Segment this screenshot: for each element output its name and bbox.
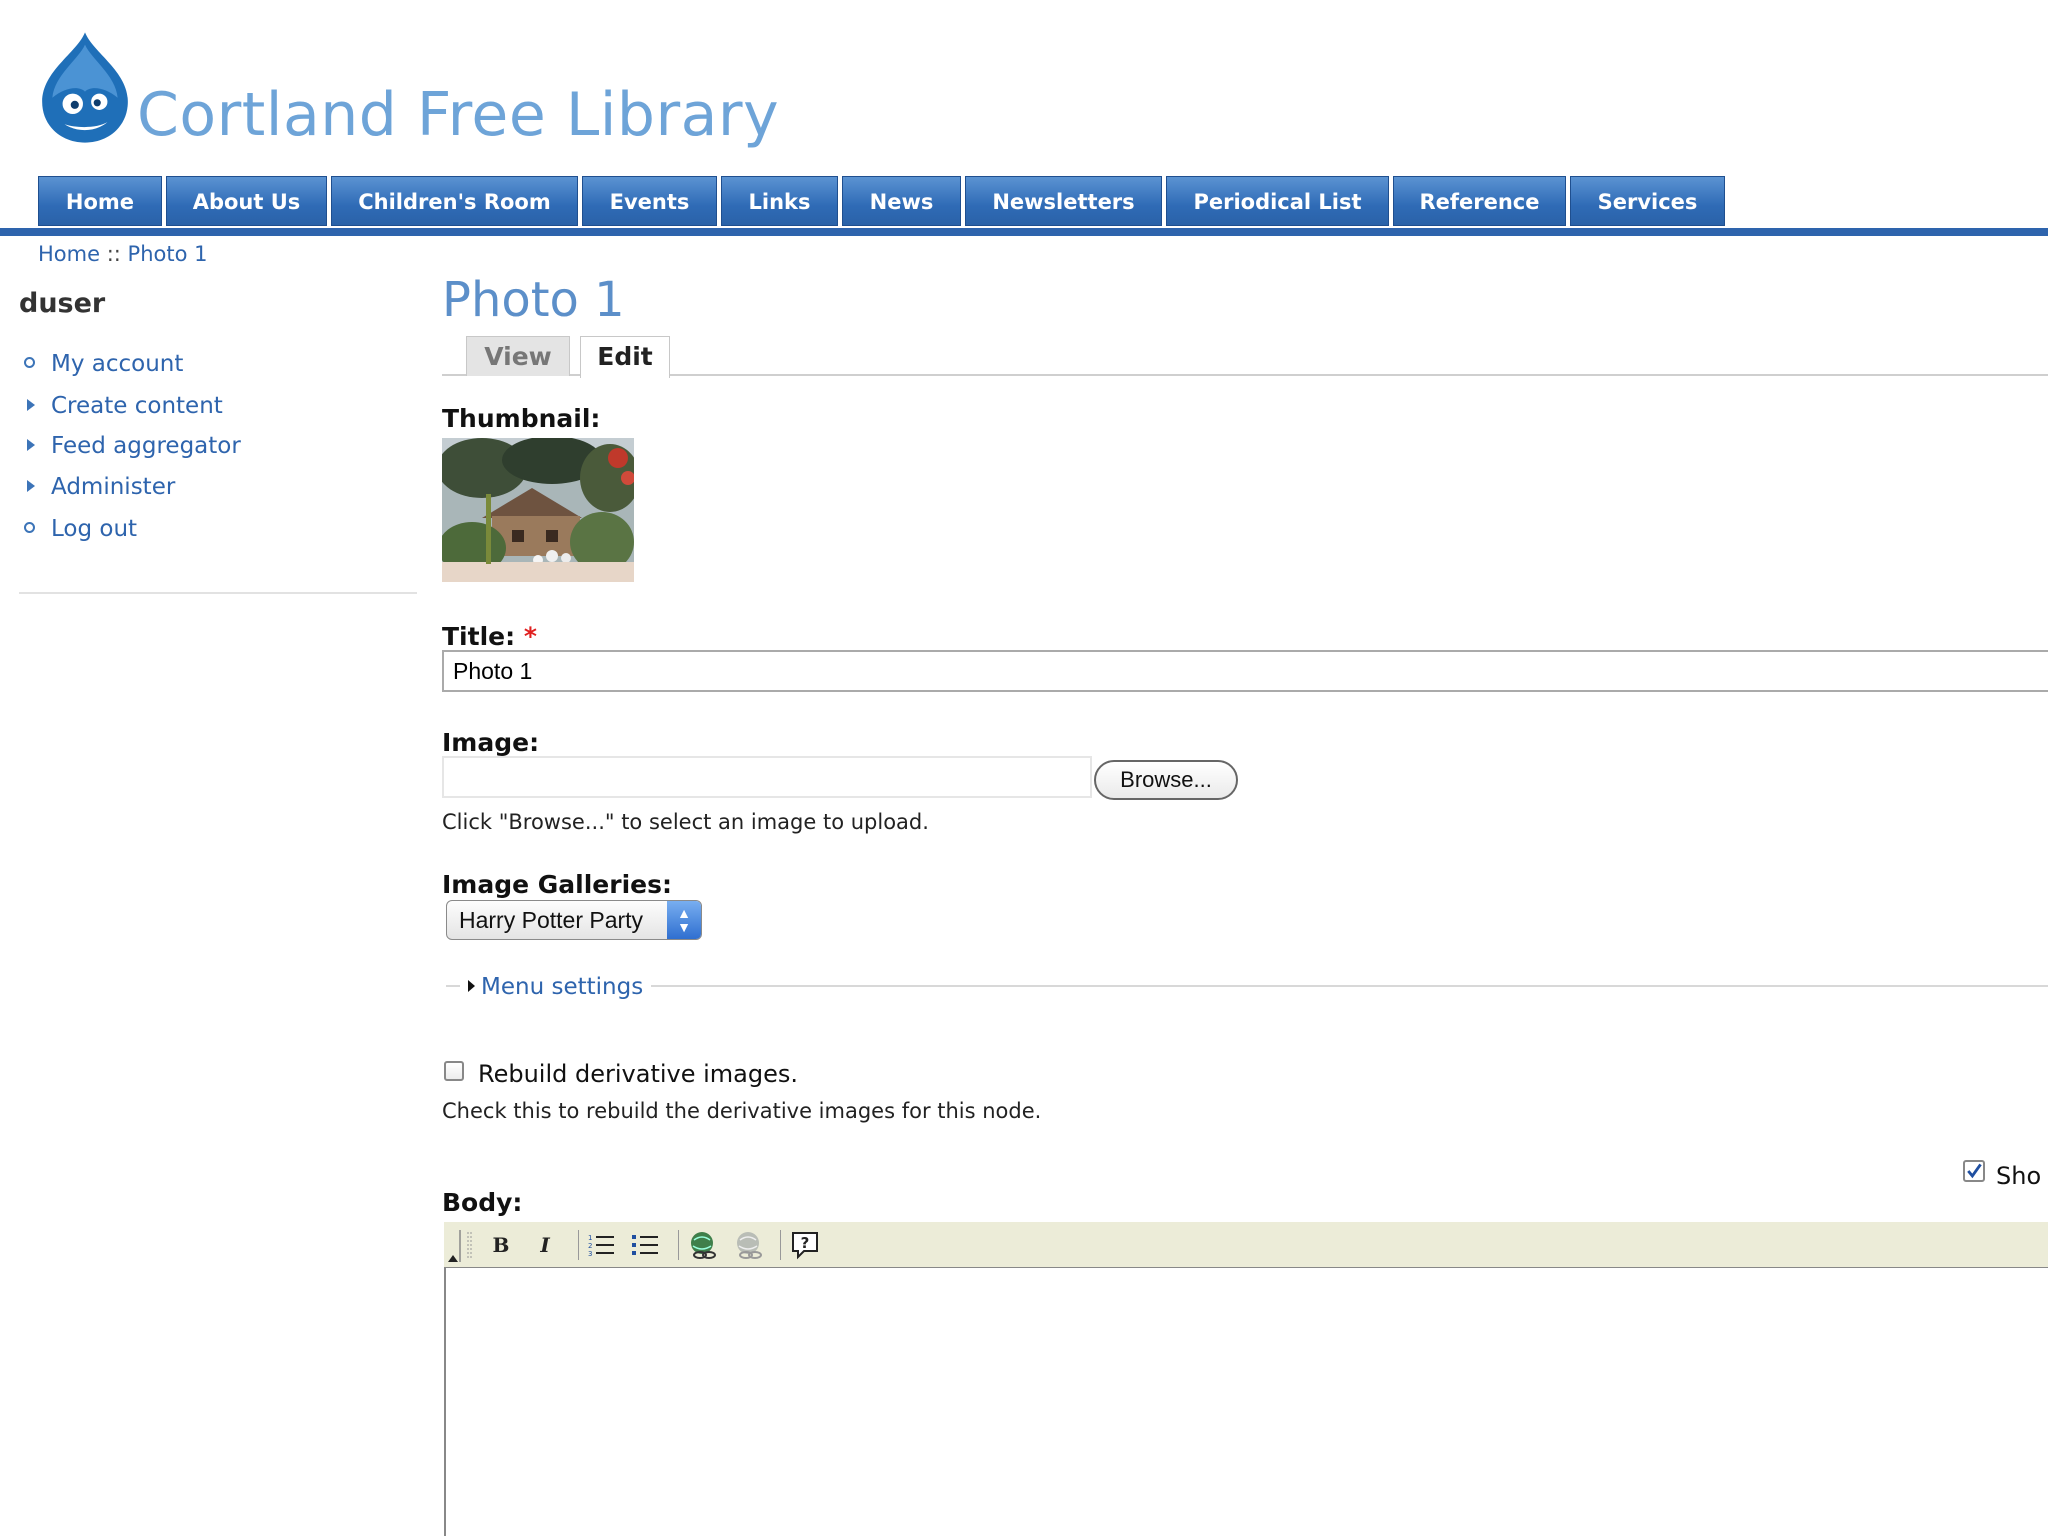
toolbar-separator: [678, 1230, 679, 1260]
drupal-drop-icon[interactable]: [34, 30, 136, 145]
circle-bullet-icon: [24, 522, 35, 533]
required-marker: *: [523, 622, 537, 651]
title-input[interactable]: Photo 1: [442, 650, 2048, 692]
nav-childrens-room[interactable]: Children's Room: [331, 176, 578, 226]
gallery-select[interactable]: Harry Potter Party ▲ ▼: [446, 900, 702, 940]
thumbnail-image[interactable]: [442, 438, 634, 582]
tabs-baseline: [442, 374, 2048, 376]
gallery-select-value: Harry Potter Party: [459, 907, 644, 933]
body-textarea[interactable]: [444, 1268, 2048, 1536]
toolbar-separator: [780, 1230, 781, 1260]
nav-about-us[interactable]: About Us: [166, 176, 327, 226]
nav-newsletters[interactable]: Newsletters: [965, 176, 1162, 226]
svg-text:1: 1: [588, 1234, 592, 1242]
image-help-text: Click "Browse..." to select an image to …: [442, 810, 929, 834]
nav-reference[interactable]: Reference: [1393, 176, 1566, 226]
triangle-bullet-icon: [27, 398, 35, 411]
svg-text:?: ?: [801, 1234, 810, 1252]
sidebar-username: duser: [19, 288, 106, 319]
title-label-text: Title:: [442, 622, 516, 651]
sidebar-item-label: Administer: [51, 474, 176, 500]
sidebar-item-label: Feed aggregator: [51, 433, 241, 459]
show-checkbox[interactable]: [1963, 1160, 1985, 1182]
insert-link-icon[interactable]: [688, 1230, 718, 1260]
sidebar-item-my-account[interactable]: My account: [24, 347, 183, 381]
rebuild-checkbox[interactable]: [444, 1061, 464, 1081]
nav-underline: [0, 228, 2048, 236]
rebuild-label[interactable]: Rebuild derivative images.: [478, 1060, 798, 1088]
bullet-list-icon[interactable]: [630, 1230, 660, 1260]
body-label: Body:: [442, 1188, 523, 1217]
breadcrumb-separator: ::: [106, 242, 121, 266]
tab-view[interactable]: View: [466, 336, 570, 376]
sidebar-item-label: Create content: [51, 393, 223, 419]
triangle-bullet-icon: [27, 438, 35, 451]
breadcrumb: Home :: Photo 1: [38, 242, 208, 266]
nav-home[interactable]: Home: [38, 176, 162, 226]
rebuild-help-text: Check this to rebuild the derivative ima…: [442, 1099, 1042, 1123]
image-label: Image:: [442, 728, 540, 757]
tab-edit[interactable]: Edit: [580, 336, 670, 378]
triangle-bullet-icon: [27, 479, 35, 492]
image-file-input[interactable]: [442, 756, 1092, 798]
editor-toolbar: B I 1 2 3 ?: [444, 1222, 2048, 1270]
italic-icon[interactable]: I: [530, 1230, 560, 1260]
svg-text:B: B: [493, 1233, 510, 1257]
sidebar-item-feed-aggregator[interactable]: Feed aggregator: [24, 429, 241, 463]
menu-settings-toggle[interactable]: Menu settings: [460, 970, 652, 1004]
sidebar-item-log-out[interactable]: Log out: [24, 512, 137, 546]
breadcrumb-current[interactable]: Photo 1: [128, 242, 208, 266]
nav-news[interactable]: News: [842, 176, 961, 226]
sidebar-item-create-content[interactable]: Create content: [24, 389, 223, 423]
sidebar-item-administer[interactable]: Administer: [24, 470, 175, 504]
expand-arrow-icon: [468, 979, 475, 992]
nav-periodical-list[interactable]: Periodical List: [1166, 176, 1389, 226]
page-title: Photo 1: [442, 272, 625, 328]
nav-events[interactable]: Events: [582, 176, 717, 226]
toolbar-grip-icon: [467, 1232, 472, 1258]
numbered-list-icon[interactable]: 1 2 3: [586, 1230, 616, 1260]
svg-text:3: 3: [588, 1250, 592, 1258]
title-label: Title: *: [442, 622, 537, 651]
thumbnail-label: Thumbnail:: [442, 404, 601, 433]
bold-icon[interactable]: B: [486, 1230, 516, 1260]
breadcrumb-home[interactable]: Home: [38, 242, 100, 266]
nav-services[interactable]: Services: [1570, 176, 1725, 226]
sidebar-divider: [19, 592, 417, 594]
menu-settings-fieldset-border: [446, 985, 2048, 987]
show-label[interactable]: Sho: [1996, 1162, 2041, 1190]
sidebar-item-label: Log out: [51, 516, 138, 542]
svg-text:2: 2: [588, 1242, 592, 1250]
galleries-label: Image Galleries:: [442, 870, 672, 899]
svg-text:I: I: [539, 1233, 550, 1257]
collapse-toolbar-icon[interactable]: [446, 1228, 464, 1264]
nav-links[interactable]: Links: [721, 176, 838, 226]
site-name[interactable]: Cortland Free Library: [137, 80, 779, 150]
toolbar-separator: [578, 1230, 579, 1260]
unlink-icon[interactable]: [734, 1230, 764, 1260]
browse-button[interactable]: Browse...: [1094, 760, 1238, 800]
help-icon[interactable]: ?: [790, 1230, 820, 1260]
select-arrows-icon: ▲ ▼: [667, 901, 701, 939]
sidebar-item-label: My account: [51, 351, 184, 377]
menu-settings-label: Menu settings: [481, 974, 644, 1000]
circle-bullet-icon: [24, 357, 35, 368]
